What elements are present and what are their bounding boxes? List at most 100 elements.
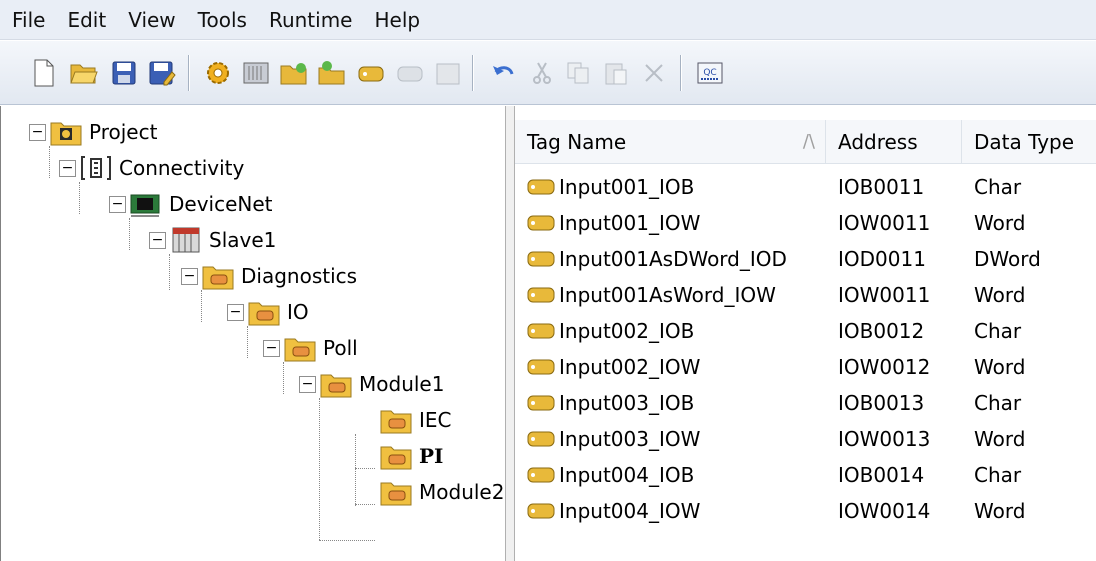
quick-client-label: QC [703, 68, 716, 78]
project-icon [50, 122, 82, 146]
menu-view[interactable]: View [128, 0, 175, 40]
table-row[interactable]: Input002_IOW IOW0012 Word [515, 349, 1096, 385]
tree-node-label: IEC [419, 408, 452, 432]
folder-icon [380, 482, 412, 506]
tree-connector [283, 362, 284, 394]
tree-node-label: Slave1 [209, 228, 277, 252]
gear-icon[interactable] [202, 57, 234, 89]
tag-icon [527, 395, 555, 411]
tag-name-cell: Input001_IOW [559, 211, 701, 235]
column-header-label: Tag Name [527, 130, 627, 154]
tree-connector [169, 254, 170, 290]
tag-table: Tag Name /\ Address Data Type Input001_I… [515, 106, 1096, 561]
table-row[interactable]: Input004_IOB IOB0014 Char [515, 457, 1096, 493]
tag-icon[interactable] [356, 57, 388, 89]
collapse-toggle[interactable]: − [299, 375, 316, 393]
collapse-toggle[interactable]: − [227, 303, 244, 321]
address-cell: IOD0011 [838, 247, 926, 271]
tree-node-label: PI [419, 444, 444, 468]
tree-connector [79, 182, 80, 214]
toolbar-separator [188, 55, 189, 91]
project-tree: − Project − Connectivity − DeviceNet − S… [0, 106, 505, 561]
menu-help[interactable]: Help [375, 0, 421, 40]
undo-icon[interactable] [488, 57, 520, 89]
tree-connector [49, 146, 50, 178]
tag-name-cell: Input004_IOB [559, 463, 695, 487]
address-cell: IOW0014 [838, 499, 931, 523]
address-cell: IOW0012 [838, 355, 931, 379]
tag-name-cell: Input001_IOB [559, 175, 695, 199]
table-row[interactable]: Input003_IOW IOW0013 Word [515, 421, 1096, 457]
tree-node-label: Connectivity [119, 156, 245, 180]
column-header-data-type[interactable]: Data Type [962, 120, 1096, 164]
save-as-icon[interactable] [146, 57, 178, 89]
collapse-toggle[interactable]: − [263, 339, 280, 357]
open-folder-icon[interactable] [68, 57, 100, 89]
menu-tools[interactable]: Tools [198, 0, 247, 40]
tag-icon [527, 359, 555, 375]
collapse-toggle[interactable]: − [181, 267, 198, 285]
table-row[interactable]: Input001_IOW IOW0011 Word [515, 205, 1096, 241]
collapse-toggle[interactable]: − [29, 123, 46, 141]
table-header: Tag Name /\ Address Data Type [515, 120, 1096, 164]
address-cell: IOW0011 [838, 283, 931, 307]
data-type-cell: Word [974, 427, 1026, 451]
tag-icon [527, 215, 555, 231]
tree-node-poll[interactable]: − Poll [263, 330, 358, 366]
address-cell: IOW0011 [838, 211, 931, 235]
save-icon[interactable] [108, 57, 140, 89]
tag-name-cell: Input003_IOB [559, 391, 695, 415]
menu-runtime[interactable]: Runtime [269, 0, 353, 40]
tree-node-label: IO [287, 300, 309, 324]
collapse-toggle[interactable]: − [149, 231, 166, 249]
table-row[interactable]: Input004_IOW IOW0014 Word [515, 493, 1096, 529]
new-folder-icon[interactable] [278, 57, 310, 89]
tree-node-pi[interactable]: PI [379, 438, 443, 474]
tree-node-io[interactable]: − IO [227, 294, 309, 330]
data-type-cell: Word [974, 355, 1026, 379]
tree-node-label: Module1 [359, 372, 445, 396]
tree-node-connectivity[interactable]: − Connectivity [59, 150, 244, 186]
tree-node-iec[interactable]: IEC [379, 402, 452, 438]
tree-node-module1[interactable]: − Module1 [299, 366, 444, 402]
tree-node-project[interactable]: − Project [29, 114, 157, 150]
collapse-toggle[interactable]: − [59, 159, 76, 177]
tree-connector [201, 290, 202, 322]
add-item-icon[interactable] [316, 57, 348, 89]
tag-icon [527, 287, 555, 303]
menu-edit[interactable]: Edit [67, 0, 106, 40]
column-header-label: Address [838, 130, 918, 154]
collapse-toggle[interactable]: − [109, 195, 126, 213]
folder-icon [380, 446, 412, 470]
new-file-icon[interactable] [28, 57, 60, 89]
tree-node-devicenet[interactable]: − DeviceNet [109, 186, 273, 222]
table-row[interactable]: Input003_IOB IOB0013 Char [515, 385, 1096, 421]
menu-file[interactable]: File [12, 0, 45, 40]
menu-bar: File Edit View Tools Runtime Help [0, 0, 1096, 40]
tree-node-label: DeviceNet [169, 192, 273, 216]
connectivity-icon [81, 156, 111, 180]
address-cell: IOW0013 [838, 427, 931, 451]
table-row[interactable]: Input001AsWord_IOW IOW0011 Word [515, 277, 1096, 313]
tree-connector [319, 398, 320, 540]
column-header-address[interactable]: Address [826, 120, 962, 164]
tag-name-cell: Input001AsWord_IOW [559, 283, 776, 307]
folder-icon [284, 338, 316, 362]
tree-node-diagnostics[interactable]: − Diagnostics [181, 258, 357, 294]
tree-node-label: Project [89, 120, 158, 144]
column-header-label: Data Type [974, 130, 1075, 154]
channel-icon [130, 194, 160, 217]
disabled-icon [432, 57, 464, 89]
device-icon[interactable] [240, 57, 272, 89]
tree-node-slave1[interactable]: − Slave1 [149, 222, 276, 258]
quick-client-icon[interactable]: QC [694, 57, 726, 89]
column-header-tag-name[interactable]: Tag Name /\ [515, 120, 826, 164]
tree-connector [355, 468, 375, 469]
pane-splitter[interactable] [505, 106, 515, 561]
data-type-cell: Char [974, 391, 1022, 415]
table-row[interactable]: Input001_IOB IOB0011 Char [515, 169, 1096, 205]
table-row[interactable]: Input002_IOB IOB0012 Char [515, 313, 1096, 349]
tree-node-module2[interactable]: Module2 [379, 474, 504, 510]
table-row[interactable]: Input001AsDWord_IOD IOD0011 DWord [515, 241, 1096, 277]
tag-icon [527, 251, 555, 267]
